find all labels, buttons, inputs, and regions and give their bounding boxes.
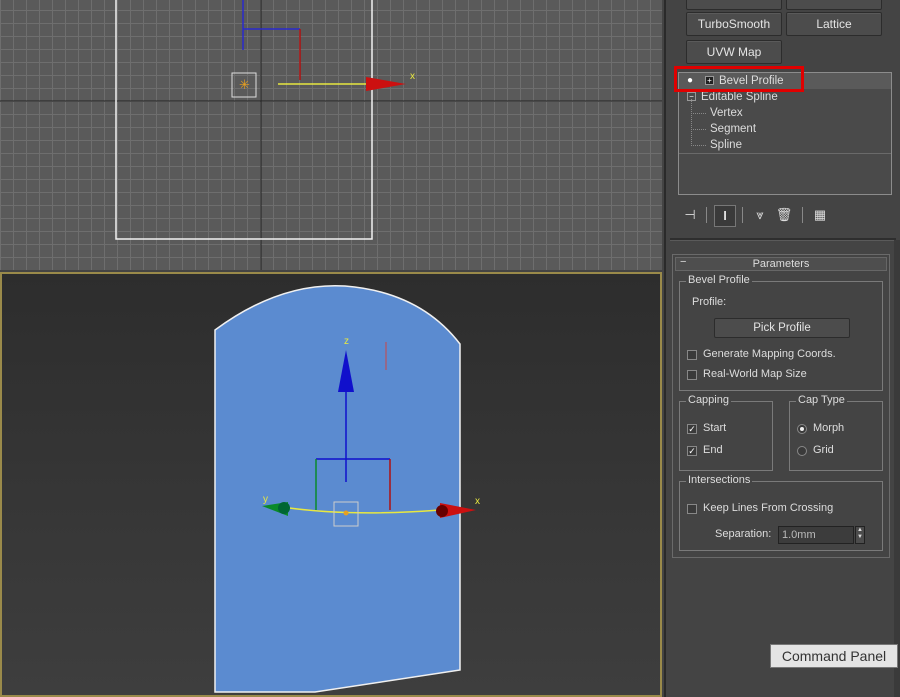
perspective-viewport-canvas [214,284,476,693]
group-title: Bevel Profile [686,274,752,286]
stack-item-spline[interactable]: Spline [679,131,891,153]
keep-lines-checkbox[interactable] [687,504,697,514]
cap-start-checkbox[interactable]: ✓ [687,424,697,434]
x-axis-arrow-top [366,77,406,91]
lattice-button[interactable]: Lattice [786,12,882,36]
capping-group: Capping ✓ Start ✓ End [679,394,773,471]
separation-input[interactable]: 1.0mm [778,526,854,544]
stack-item-label: Spline [710,139,742,151]
x-axis-label-top: x [410,71,415,82]
cap-type-group: Cap Type Morph Grid [789,394,883,471]
make-unique-icon[interactable]: ⩔ [750,205,770,225]
morph-label: Morph [813,422,845,434]
bevel-profile-group: Bevel Profile Profile: Pick Profile Gene… [679,274,883,391]
command-panel-tooltip: Command Panel [770,644,898,668]
modifier-button-partial-2[interactable] [786,0,882,10]
bevel-object [214,284,461,693]
separation-spinner[interactable]: ▲ ▼ [855,526,865,544]
turbosmooth-button[interactable]: TurboSmooth [686,12,782,36]
object-outline-top [115,0,373,240]
generate-mapping-label: Generate Mapping Coords. [703,348,836,360]
tree-line [691,115,706,130]
parameters-rollout: − Parameters Bevel Profile Profile: Pick… [672,254,890,558]
real-world-checkbox[interactable] [687,370,697,380]
configure-sets-icon[interactable]: ▦ [810,205,830,225]
rollout-header[interactable]: − Parameters [675,256,887,271]
highlight-box [674,66,804,92]
remove-modifier-icon[interactable]: 🗑 [774,205,794,225]
pick-profile-button[interactable]: Pick Profile [714,318,850,338]
toolbar-separator [706,207,707,223]
profile-label: Profile: [692,296,727,308]
top-viewport[interactable]: x ✳ [0,0,662,270]
morph-radio[interactable] [797,424,807,434]
x-axis-label: x [475,496,480,507]
panel-divider [670,238,896,241]
intersections-group: Intersections Keep Lines From Crossing S… [679,474,883,551]
stack-item-label: Segment [710,123,757,135]
cap-end-checkbox[interactable]: ✓ [687,446,697,456]
stack-item-label: Vertex [710,107,743,119]
uvw-map-button[interactable]: UVW Map [686,40,782,64]
group-title: Capping [686,394,731,406]
keep-lines-label: Keep Lines From Crossing [703,502,834,514]
pivot-icon: ✳ [239,77,250,92]
tree-line [691,99,706,114]
pin-stack-icon[interactable]: ⊣ [680,205,700,225]
show-end-result-icon[interactable]: I [714,205,736,227]
stack-item-segment[interactable]: Segment [679,115,891,137]
real-world-label: Real-World Map Size [703,368,807,380]
group-title: Cap Type [796,394,847,406]
stack-item-vertex[interactable]: Vertex [679,99,891,121]
stack-separator [679,153,891,154]
modifier-button-partial-1[interactable] [686,0,782,10]
cap-start-label: Start [703,422,727,434]
grid-label: Grid [813,444,834,456]
top-viewport-canvas [0,0,662,270]
perspective-viewport[interactable]: z y x [0,272,662,697]
toolbar-separator [802,207,803,223]
y-axis-label: y [263,494,268,505]
separation-label: Separation: [715,528,772,540]
tree-line [691,131,706,146]
generate-mapping-checkbox[interactable] [687,350,697,360]
group-title: Intersections [686,474,753,486]
rollout-title: Parameters [752,258,810,270]
cap-end-label: End [703,444,723,456]
z-axis-label: z [344,336,349,347]
toolbar-separator [742,207,743,223]
command-panel: TurboSmooth Lattice UVW Map ● + Bevel Pr… [664,0,900,697]
panel-resize-strip[interactable] [894,240,900,697]
grid-radio[interactable] [797,446,807,456]
